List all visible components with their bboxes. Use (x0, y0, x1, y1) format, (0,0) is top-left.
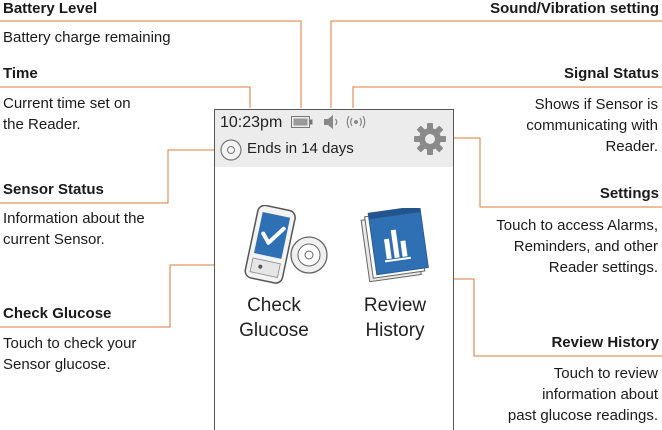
settings-desc-line: Reader settings. (548, 259, 658, 276)
check-glucose-label-line: Check (247, 295, 301, 316)
sound-vibration-title: Sound/Vibration setting (490, 0, 659, 17)
review-history-desc-line: Touch to review (553, 365, 658, 382)
signal-status-desc-line: Shows if Sensor is (534, 96, 658, 113)
check-glucose-desc: Touch to check your Sensor glucose. (3, 333, 136, 375)
settings-desc: Touch to access Alarms, Reminders, and o… (496, 215, 658, 278)
review-history-title: Review History (551, 334, 659, 351)
signal-status-desc-line: Reader. (605, 138, 658, 155)
sensor-status-desc: Information about the current Sensor. (3, 208, 145, 250)
sensor-status-text: Ends in 14 days (247, 140, 354, 157)
time-desc-line: the Reader. (3, 116, 81, 133)
speaker-icon (324, 115, 338, 129)
signal-icon (346, 115, 366, 129)
gear-icon[interactable] (413, 122, 447, 156)
battery-level-desc: Battery charge remaining (3, 29, 171, 46)
status-bar: 10:23pm Ends in 14 days (215, 110, 453, 167)
time-desc-line: Current time set on (3, 95, 131, 112)
battery-icon (291, 116, 313, 128)
review-history-label: Review History (350, 293, 440, 343)
review-history-label-line: Review (363, 295, 427, 316)
check-glucose-label-line: Glucose (239, 320, 309, 341)
review-history-desc-line: information about (542, 386, 658, 403)
settings-desc-line: Reminders, and other (513, 238, 658, 255)
signal-status-desc: Shows if Sensor is communicating with Re… (526, 94, 658, 157)
check-glucose-title: Check Glucose (3, 305, 112, 322)
settings-title: Settings (599, 185, 659, 202)
time-desc: Current time set on the Reader. (3, 93, 131, 135)
review-history-desc: Touch to review information about past g… (508, 363, 658, 426)
review-history-label-line: History (365, 320, 425, 341)
time-title: Time (3, 65, 38, 82)
check-glucose-desc-line: Touch to check your (3, 335, 137, 352)
sensor-icon (220, 139, 242, 161)
logbook-icon (360, 208, 429, 283)
sensor-status-title: Sensor Status (3, 181, 104, 198)
signal-status-desc-line: communicating with (526, 117, 658, 134)
sensor-status-desc-line: Information about the (3, 210, 145, 227)
signal-status-title: Signal Status (563, 65, 659, 82)
check-glucose-desc-line: Sensor glucose. (3, 356, 111, 373)
check-glucose-label: Check Glucose (229, 293, 319, 343)
sensor-status-desc-line: current Sensor. (3, 231, 105, 248)
settings-desc-line: Touch to access Alarms, (496, 217, 658, 234)
review-history-desc-line: past glucose readings. (507, 407, 658, 424)
battery-level-title: Battery Level (3, 0, 98, 17)
time-display: 10:23pm (220, 114, 283, 131)
reader-sensor-icon (244, 205, 328, 284)
reader-screen: 10:23pm Ends in 14 days Check Glucose Re… (214, 109, 454, 430)
